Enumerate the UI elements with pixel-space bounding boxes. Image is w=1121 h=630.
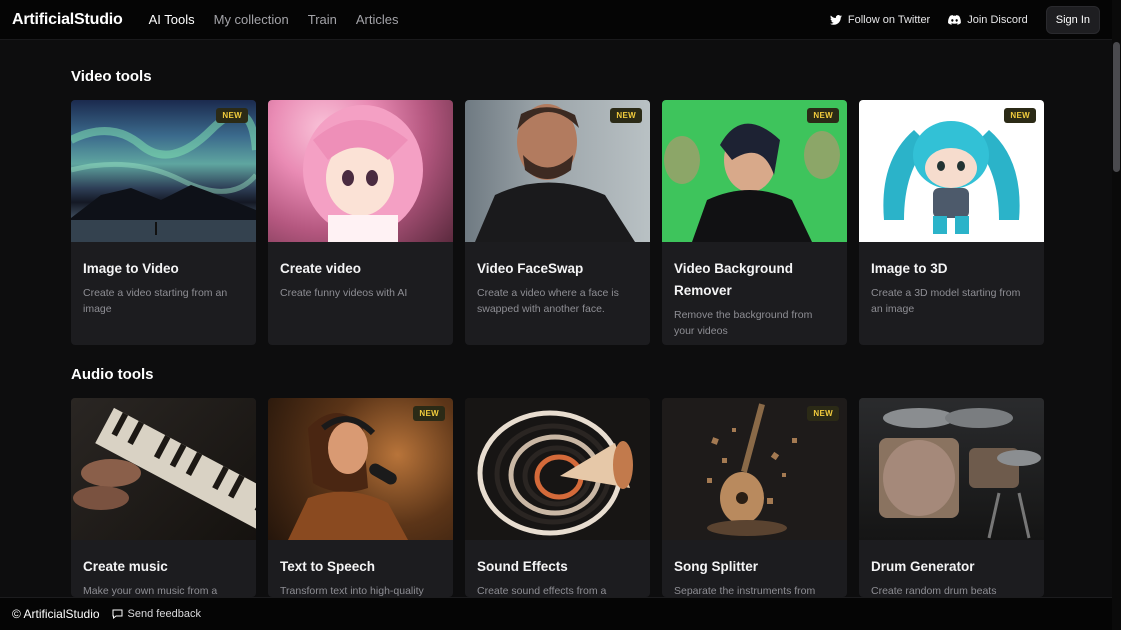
card-description: Create a video starting from an image bbox=[83, 287, 228, 315]
card-description: Remove the background from your videos bbox=[674, 309, 813, 337]
card-title: Video Background Remover bbox=[674, 261, 794, 298]
card-description: Separate the instruments from bbox=[674, 585, 816, 597]
card-title: Drum Generator bbox=[871, 559, 975, 574]
sign-in-button[interactable]: Sign In bbox=[1045, 5, 1100, 34]
tool-card-image-to-video[interactable]: NEW Image to Video Create a video starti… bbox=[71, 100, 256, 345]
video-tools-grid: NEW Image to Video Create a video starti… bbox=[71, 100, 1044, 345]
audio-tools-grid: Create music Make your own music from a … bbox=[71, 398, 1044, 597]
discord-link[interactable]: Join Discord bbox=[948, 14, 1028, 26]
card-title: Image to Video bbox=[83, 261, 179, 276]
card-thumbnail: NEW bbox=[71, 100, 256, 242]
card-description: Create random drum beats bbox=[871, 585, 997, 597]
card-thumbnail: NEW bbox=[662, 100, 847, 242]
card-thumbnail: NEW bbox=[662, 398, 847, 540]
footer-bar: © ArtificialStudio Send feedback bbox=[0, 597, 1112, 630]
twitter-icon bbox=[829, 14, 842, 25]
tool-card-video-background-remover[interactable]: NEW Video Background Remover Remove the … bbox=[662, 100, 847, 345]
card-thumbnail bbox=[71, 398, 256, 540]
new-badge: NEW bbox=[216, 108, 248, 123]
piano-hands-image bbox=[73, 407, 256, 538]
discord-icon bbox=[948, 14, 962, 25]
new-badge: NEW bbox=[807, 406, 839, 421]
card-description: Create funny videos with AI bbox=[280, 287, 408, 299]
card-title: Image to 3D bbox=[871, 261, 948, 276]
tool-card-create-video[interactable]: Create video Create funny videos with AI bbox=[268, 100, 453, 345]
feedback-icon bbox=[112, 609, 123, 619]
nav-link-articles[interactable]: Articles bbox=[356, 12, 399, 27]
card-title: Song Splitter bbox=[674, 559, 758, 574]
card-thumbnail: NEW bbox=[268, 398, 453, 540]
sound-sculpture-image bbox=[477, 410, 633, 536]
tool-card-drum-generator[interactable]: Drum Generator Create random drum beats bbox=[859, 398, 1044, 597]
tool-card-create-music[interactable]: Create music Make your own music from a bbox=[71, 398, 256, 597]
top-navbar: ArtificialStudio AI Tools My collection … bbox=[0, 0, 1112, 40]
new-badge: NEW bbox=[610, 108, 642, 123]
new-badge: NEW bbox=[807, 108, 839, 123]
nav-link-train[interactable]: Train bbox=[308, 12, 337, 27]
send-feedback-link[interactable]: Send feedback bbox=[112, 608, 201, 620]
card-thumbnail bbox=[465, 398, 650, 540]
brand-logo[interactable]: ArtificialStudio bbox=[12, 11, 123, 29]
twitter-link[interactable]: Follow on Twitter bbox=[829, 13, 931, 26]
anime-girl-image bbox=[303, 105, 423, 242]
twitter-label: Follow on Twitter bbox=[847, 13, 931, 26]
card-title: Video FaceSwap bbox=[477, 261, 584, 276]
card-description: Create a video where a face is swapped w… bbox=[477, 287, 619, 315]
nav-link-my-collection[interactable]: My collection bbox=[214, 12, 289, 27]
card-title: Create music bbox=[83, 559, 168, 574]
tool-card-song-splitter[interactable]: NEW Song Splitter Separate the instrumen… bbox=[662, 398, 847, 597]
footer-brand[interactable]: © ArtificialStudio bbox=[12, 607, 100, 621]
card-description: Make your own music from a bbox=[83, 585, 218, 597]
card-thumbnail bbox=[859, 398, 1044, 540]
drum-kit-image bbox=[879, 408, 1041, 539]
new-badge: NEW bbox=[413, 406, 445, 421]
tool-card-video-faceswap[interactable]: NEW Video FaceSwap Create a video where … bbox=[465, 100, 650, 345]
card-title: Create video bbox=[280, 261, 362, 276]
section-title-audio: Audio tools bbox=[71, 366, 154, 383]
card-title: Sound Effects bbox=[477, 559, 568, 574]
scrollbar-track[interactable] bbox=[1112, 0, 1121, 630]
send-feedback-label: Send feedback bbox=[127, 608, 201, 620]
card-thumbnail: NEW bbox=[465, 100, 650, 242]
nav-link-ai-tools[interactable]: AI Tools bbox=[149, 12, 195, 27]
new-badge: NEW bbox=[1004, 108, 1036, 123]
section-title-video: Video tools bbox=[71, 68, 152, 85]
card-description: Create sound effects from a bbox=[477, 585, 607, 597]
tool-card-text-to-speech[interactable]: NEW Text to Speech Transform text into h… bbox=[268, 398, 453, 597]
card-description: Transform text into high-quality bbox=[280, 585, 424, 597]
card-thumbnail: NEW bbox=[859, 100, 1044, 242]
scrollbar-thumb[interactable] bbox=[1113, 42, 1120, 172]
tool-card-image-to-3d[interactable]: NEW Image to 3D Create a 3D model starti… bbox=[859, 100, 1044, 345]
card-description: Create a 3D model starting from an image bbox=[871, 287, 1021, 315]
discord-label: Join Discord bbox=[967, 13, 1028, 26]
nav-actions: Follow on Twitter Join Discord Sign In bbox=[829, 5, 1100, 34]
card-thumbnail bbox=[268, 100, 453, 242]
tool-card-sound-effects[interactable]: Sound Effects Create sound effects from … bbox=[465, 398, 650, 597]
card-title: Text to Speech bbox=[280, 559, 376, 574]
